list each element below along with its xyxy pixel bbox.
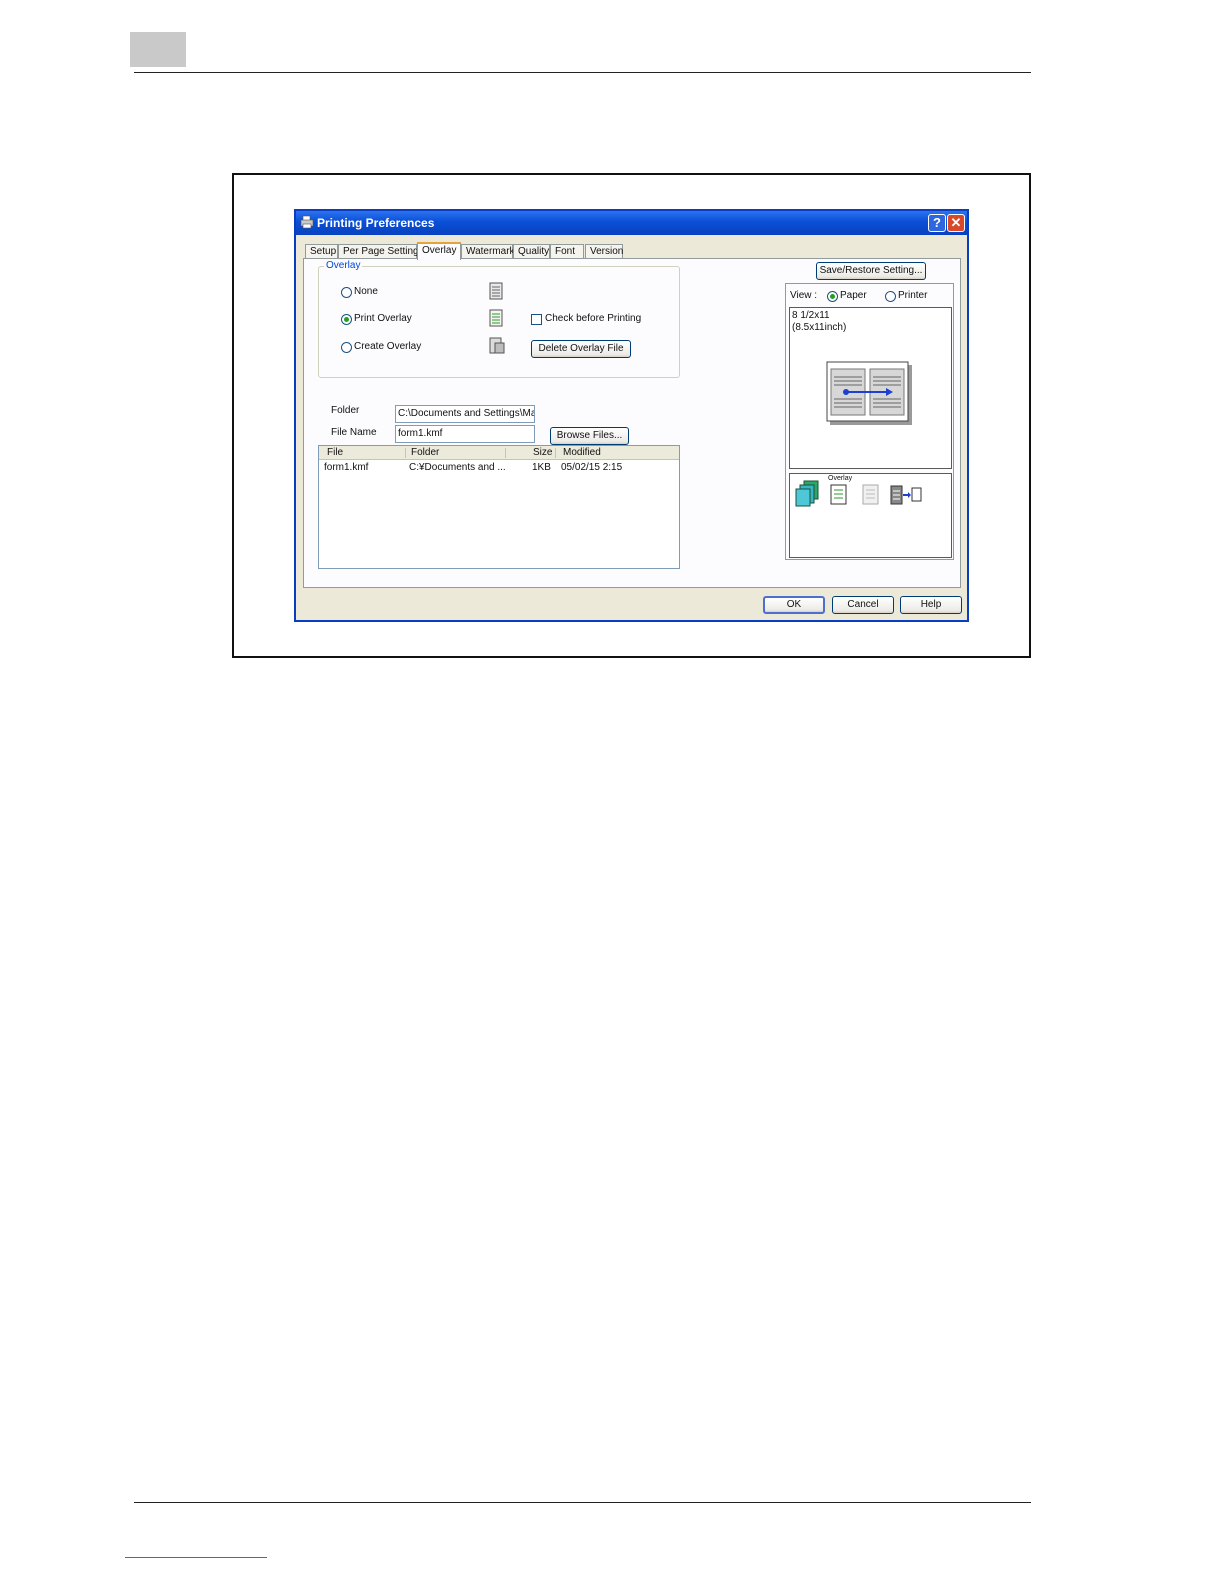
help-title-button[interactable]: ?: [928, 214, 946, 232]
cell-size: 1KB: [532, 462, 551, 473]
overlay-document-icon: [489, 309, 503, 327]
tab-per-page-setting[interactable]: Per Page Setting: [338, 244, 419, 259]
column-header-file[interactable]: File: [327, 447, 343, 458]
paper-size-inches: (8.5x11inch): [792, 322, 847, 333]
print-overlay-label[interactable]: Print Overlay: [354, 313, 412, 324]
tab-overlay[interactable]: Overlay: [417, 242, 461, 260]
footer-link-underline: [125, 1557, 267, 1558]
page-number-tab: [130, 32, 186, 67]
check-before-printing-checkbox[interactable]: [531, 314, 542, 325]
browse-files-button[interactable]: Browse Files...: [550, 427, 629, 445]
column-header-modified[interactable]: Modified: [563, 447, 601, 458]
folder-field[interactable]: C:\Documents and Settings\Matsu: [395, 405, 535, 423]
create-overlay-radio[interactable]: [341, 342, 352, 353]
cell-file: form1.kmf: [324, 462, 369, 473]
none-radio[interactable]: [341, 287, 352, 298]
column-separator[interactable]: [505, 448, 506, 458]
cell-modified: 05/02/15 2:15: [561, 462, 623, 473]
printer-icon: [300, 215, 314, 229]
paper-preview: 8 1/2x11 (8.5x11inch): [789, 307, 952, 469]
plain-document-icon: [489, 282, 503, 300]
view-paper-label[interactable]: Paper: [840, 290, 867, 301]
cell-folder: C:¥Documents and ...: [409, 462, 506, 473]
output-tray-icon: [890, 485, 922, 505]
folder-label: Folder: [331, 405, 360, 416]
copies-icon: [795, 480, 819, 507]
close-button[interactable]: ✕: [947, 214, 965, 232]
footer-rule: [134, 1502, 1031, 1503]
print-overlay-radio[interactable]: [341, 314, 352, 325]
page-layout-preview-icon: [826, 361, 912, 425]
paper-size-text: 8 1/2x11: [792, 310, 830, 321]
printing-preferences-dialog: Printing Preferences ? ✕ Setup Per Page …: [294, 209, 969, 622]
overlay-tab-panel: Overlay None Print Overlay Create Overla…: [303, 258, 961, 588]
header-rule: [134, 72, 1031, 73]
tab-font[interactable]: Font: [550, 244, 584, 259]
save-restore-setting-button[interactable]: Save/Restore Setting...: [816, 262, 926, 280]
titlebar: Printing Preferences ? ✕: [296, 211, 967, 235]
file-name-label: File Name: [331, 427, 377, 438]
preview-pane: View : Paper Printer 8 1/2x11 (8.5x11inc…: [785, 283, 954, 560]
tab-quality[interactable]: Quality: [513, 244, 550, 259]
ok-button[interactable]: OK: [763, 596, 825, 614]
create-overlay-icon: [489, 337, 505, 354]
overlay-status-icon: [830, 484, 847, 505]
dialog-title: Printing Preferences: [317, 216, 435, 230]
settings-summary-icons: Overlay: [789, 473, 952, 558]
none-radio-label[interactable]: None: [354, 286, 378, 297]
watermark-status-icon: [862, 484, 879, 505]
delete-overlay-file-button[interactable]: Delete Overlay File: [531, 340, 631, 358]
tab-watermark[interactable]: Watermark: [461, 244, 515, 259]
view-paper-radio[interactable]: [827, 291, 838, 302]
help-button[interactable]: Help: [900, 596, 962, 614]
file-list-header: File Folder Size Modified: [319, 446, 679, 460]
column-separator[interactable]: [555, 448, 556, 458]
check-before-printing-label[interactable]: Check before Printing: [545, 313, 641, 324]
view-printer-radio[interactable]: [885, 291, 896, 302]
create-overlay-label[interactable]: Create Overlay: [354, 341, 421, 352]
overlay-group-legend: Overlay: [324, 260, 363, 271]
column-header-size[interactable]: Size: [533, 447, 552, 458]
tab-version[interactable]: Version: [585, 244, 623, 259]
overlay-badge-label: Overlay: [828, 475, 853, 482]
column-separator[interactable]: [405, 448, 406, 458]
overlay-file-list[interactable]: File Folder Size Modified form1.kmf C:¥D…: [318, 445, 680, 569]
view-printer-label[interactable]: Printer: [898, 290, 927, 301]
view-label: View :: [790, 290, 818, 301]
file-name-field[interactable]: form1.kmf: [395, 425, 535, 443]
tab-setup[interactable]: Setup: [305, 244, 338, 259]
column-header-folder[interactable]: Folder: [411, 447, 439, 458]
overlay-groupbox: Overlay None Print Overlay Create Overla…: [318, 260, 680, 378]
cancel-button[interactable]: Cancel: [832, 596, 894, 614]
